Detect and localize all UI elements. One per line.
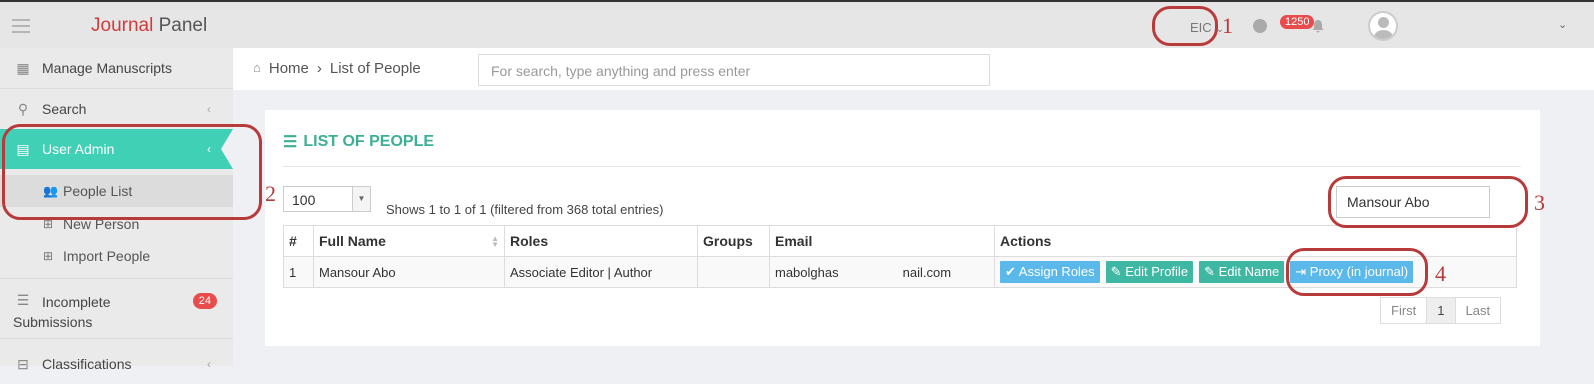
sidebar-item-label: Classifications xyxy=(42,356,132,372)
annotation-circle-1 xyxy=(1152,6,1218,46)
sidebar-item-incomplete-submissions[interactable]: ☰ Incomplete Submissions 24 xyxy=(0,284,233,332)
col-full-name[interactable]: Full Name ▲ ▼ xyxy=(313,225,505,257)
cell-email: mabolghas nail.com xyxy=(769,256,995,288)
cell-roles: Associate Editor | Author xyxy=(504,256,698,288)
tag-icon: ⊟ xyxy=(17,355,29,372)
brand-second: Panel xyxy=(153,15,208,36)
sidebar-item-import-people[interactable]: ⊞ Import People xyxy=(0,240,233,272)
edit-name-button[interactable]: ✎ Edit Name xyxy=(1199,261,1285,283)
annotation-circle-4 xyxy=(1286,248,1428,296)
cell-groups xyxy=(697,256,770,288)
pagination-first[interactable]: First xyxy=(1380,297,1428,324)
annotation-circle-2 xyxy=(2,124,262,220)
breadcrumb-separator: › xyxy=(316,60,322,77)
cell-full-name: Mansour Abo xyxy=(313,256,505,288)
col-number[interactable]: # xyxy=(283,225,314,257)
breadcrumb: ⌂ Home › List of People xyxy=(253,60,421,77)
email-end: nail.com xyxy=(902,264,952,280)
bell-icon[interactable] xyxy=(1311,19,1325,33)
count-badge: 24 xyxy=(192,293,217,309)
user-menu-chevron-icon[interactable]: ⌄ xyxy=(1558,18,1567,31)
col-actions: Actions xyxy=(994,225,1517,257)
home-icon: ⌂ xyxy=(253,60,261,75)
sidebar-item-manage-manuscripts[interactable]: ▦ Manage Manuscripts xyxy=(0,48,233,88)
cell-number: 1 xyxy=(283,256,314,288)
annotation-number-1: 1 xyxy=(1222,13,1233,38)
breadcrumb-current: List of People xyxy=(329,60,421,77)
list-icon: ☰ xyxy=(283,134,298,151)
sidebar-item-label: Search xyxy=(42,101,87,117)
sidebar-item-label: Manage Manuscripts xyxy=(42,60,172,76)
user-avatar[interactable] xyxy=(1368,11,1398,41)
notification-badge: 1250 xyxy=(1280,15,1315,29)
top-bar: Journal Panel EIC ⌄ 1250 ⌄ xyxy=(0,0,1594,48)
email-start: mabolghas xyxy=(775,264,839,280)
sidebar-item-label: Import People xyxy=(63,248,151,264)
people-panel: ☰ LIST OF PEOPLE 100 ▼ Shows 1 to 1 of 1… xyxy=(265,110,1540,346)
sidebar-item-label: Incomplete Submissions xyxy=(13,294,111,330)
page-size-value: 100 xyxy=(292,192,316,208)
page-title-text: LIST OF PEOPLE xyxy=(303,133,435,150)
edit-profile-button[interactable]: ✎ Edit Profile xyxy=(1105,261,1194,283)
search-icon: ⚲ xyxy=(17,100,29,117)
divider xyxy=(283,166,1521,167)
brand-first: Journal xyxy=(91,15,154,36)
col-groups[interactable]: Groups xyxy=(697,225,770,257)
col-email[interactable]: Email xyxy=(769,225,995,257)
annotation-number-2: 2 xyxy=(265,181,276,206)
subheader: ⌂ Home › List of People For search, type… xyxy=(233,48,1594,90)
breadcrumb-home[interactable]: Home xyxy=(269,60,309,77)
annotation-circle-3 xyxy=(1328,176,1528,228)
pagination-page[interactable]: 1 xyxy=(1426,297,1456,324)
chevron-left-icon: ‹ xyxy=(207,357,211,371)
search-input[interactable]: For search, type anything and press ente… xyxy=(478,54,990,86)
assign-roles-button[interactable]: ✔ Assign Roles xyxy=(1000,261,1100,283)
annotation-number-4: 4 xyxy=(1435,261,1446,286)
table-info: Shows 1 to 1 of 1 (filtered from 368 tot… xyxy=(386,202,664,217)
col-roles[interactable]: Roles xyxy=(504,225,698,257)
annotation-number-3: 3 xyxy=(1534,190,1545,215)
pagination: First 1 Last xyxy=(1380,297,1502,324)
pagination-last[interactable]: Last xyxy=(1454,297,1502,324)
sort-icon: ▲ ▼ xyxy=(491,234,499,249)
globe-icon[interactable] xyxy=(1253,19,1267,33)
menu-toggle-icon[interactable] xyxy=(12,19,30,33)
caret-down-icon: ▼ xyxy=(352,187,370,211)
sidebar-item-classifications[interactable]: ⊟ Classifications ‹ xyxy=(0,344,233,384)
dashboard-icon: ▦ xyxy=(16,59,30,76)
page-size-select[interactable]: 100 ▼ xyxy=(283,186,371,212)
page-title: ☰ LIST OF PEOPLE xyxy=(283,132,434,152)
sidebar-item-search[interactable]: ⚲ Search ‹ xyxy=(0,89,233,129)
plus-square-icon: ⊞ xyxy=(43,249,54,263)
chevron-left-icon: ‹ xyxy=(207,102,211,116)
brand-logo[interactable]: Journal Panel xyxy=(91,15,207,37)
